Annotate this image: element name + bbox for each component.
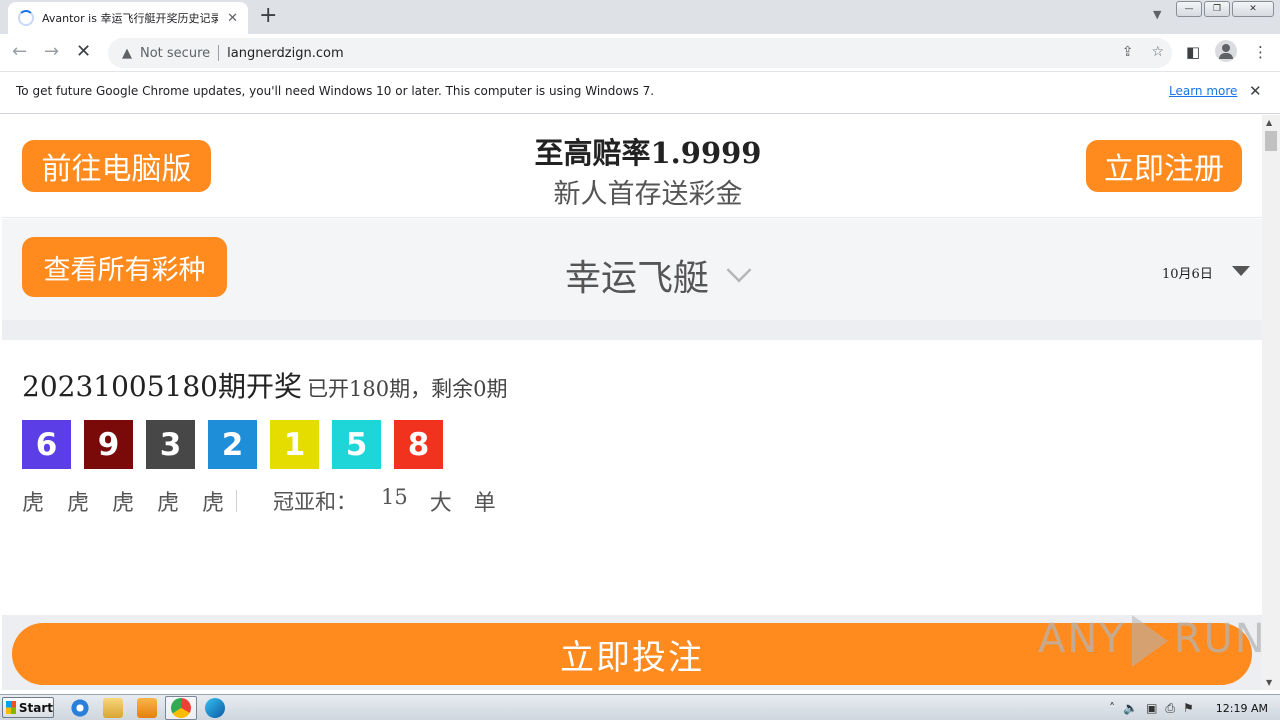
stop-loading-icon[interactable]: ✕ xyxy=(76,42,91,62)
new-tab-button[interactable]: + xyxy=(259,5,277,27)
number-ball: 3 xyxy=(146,420,195,469)
tab-strip: Avantor is 幸运飞行艇开奖历史记录 ✕ + ▼ — ❐ ✕ xyxy=(0,0,1280,34)
caret-down-icon[interactable] xyxy=(1232,266,1250,276)
watermark-right: RUN xyxy=(1173,616,1267,662)
infobar-close-icon[interactable]: ✕ xyxy=(1249,82,1262,100)
system-tray: ˄ 🔈 ▣ ⎙ ⚑ 12:19 AM xyxy=(1109,695,1280,720)
scroll-down-icon[interactable]: ▼ xyxy=(1266,678,1272,687)
dragon-tiger-result: 虎 xyxy=(67,491,90,516)
action-center-flag-icon[interactable]: ⚑ xyxy=(1183,701,1194,715)
anyrun-watermark-logo: ANY RUN xyxy=(1038,615,1267,667)
omnibox-separator xyxy=(218,45,220,61)
file-explorer-icon[interactable] xyxy=(103,698,123,718)
sum-value: 15 xyxy=(381,485,408,509)
sum-parity: 单 xyxy=(473,491,496,516)
register-button[interactable]: 立即注册 xyxy=(1086,140,1242,192)
promo-bonus: 新人首存送彩金 xyxy=(553,179,743,210)
scroll-up-icon[interactable]: ▲ xyxy=(1266,118,1272,127)
dragon-tiger-result: 虎 xyxy=(112,491,135,516)
profile-avatar-icon[interactable] xyxy=(1215,40,1237,62)
restore-button[interactable]: ❐ xyxy=(1204,1,1230,17)
tab-title: Avantor is 幸运飞行艇开奖历史记录 xyxy=(42,12,218,25)
windows-flag-icon xyxy=(6,701,16,714)
lottery-name[interactable]: 幸运飞艇 xyxy=(565,249,709,301)
page-viewport: 前往电脑版 至高赔率1.9999 新人首存送彩金 立即注册 查看所有彩种 幸运飞… xyxy=(2,115,1262,690)
issue-number: 20231005180期开奖 xyxy=(22,370,302,403)
forward-arrow-icon[interactable]: → xyxy=(44,42,59,62)
learn-more-link[interactable]: Learn more xyxy=(1169,84,1237,98)
watermark-left: ANY xyxy=(1038,616,1126,662)
start-button[interactable]: Start xyxy=(2,697,54,718)
attribute-separator xyxy=(236,490,237,512)
result-attributes: 虎 虎 虎 虎 虎 冠亚和： 15 大 单 xyxy=(22,485,518,517)
scroll-thumb[interactable] xyxy=(1265,131,1277,151)
sum-label: 冠亚和： xyxy=(273,490,357,514)
number-ball: 9 xyxy=(84,420,133,469)
window-controls: — ❐ ✕ xyxy=(1176,1,1274,17)
number-ball: 2 xyxy=(208,420,257,469)
dragon-tiger-result: 虎 xyxy=(22,491,45,516)
issue-summary: 已开180期，剩余0期 xyxy=(307,377,508,401)
printer-icon[interactable]: ⎙ xyxy=(1165,701,1175,716)
media-player-icon[interactable] xyxy=(137,698,157,718)
windows-taskbar: Start ˄ 🔈 ▣ ⎙ ⚑ 12:19 AM xyxy=(0,694,1280,720)
not-secure-label[interactable]: Not secure xyxy=(140,46,210,61)
lottery-selector-bar: 查看所有彩种 幸运飞艇 10月6日 xyxy=(2,219,1262,320)
share-icon[interactable]: ⇪ xyxy=(1122,44,1134,60)
tab-close-icon[interactable]: ✕ xyxy=(227,11,238,26)
minimize-button[interactable]: — xyxy=(1176,1,1202,17)
network-icon[interactable]: ▣ xyxy=(1146,701,1157,715)
promo-odds: 至高赔率1.9999 xyxy=(534,136,762,170)
number-ball: 8 xyxy=(394,420,443,469)
volume-icon[interactable]: 🔈 xyxy=(1123,701,1138,715)
warning-triangle-icon[interactable]: ▲ xyxy=(122,46,132,61)
menu-kebab-icon[interactable]: ⋮ xyxy=(1253,43,1268,61)
browser-tab[interactable]: Avantor is 幸运飞行艇开奖历史记录 ✕ xyxy=(8,2,248,34)
tray-expand-icon[interactable]: ˄ xyxy=(1109,701,1115,715)
chrome-icon[interactable] xyxy=(171,698,191,718)
bookmark-star-icon[interactable]: ☆ xyxy=(1151,44,1164,60)
number-ball: 6 xyxy=(22,420,71,469)
section-divider xyxy=(2,320,1262,340)
all-lotteries-button[interactable]: 查看所有彩种 xyxy=(22,237,227,297)
update-infobar: To get future Google Chrome updates, you… xyxy=(0,72,1280,114)
date-select[interactable]: 10月6日 xyxy=(1162,263,1213,282)
sum-size: 大 xyxy=(429,491,452,516)
number-ball: 5 xyxy=(332,420,381,469)
clock[interactable]: 12:19 AM xyxy=(1216,702,1268,715)
page-scrollbar[interactable]: ▲ ▼ xyxy=(1262,115,1280,690)
back-arrow-icon[interactable]: ← xyxy=(12,42,27,62)
issue-line: 20231005180期开奖 已开180期，剩余0期 xyxy=(22,365,508,405)
browser-toolbar: ← → ✕ ▲ Not secure langnerdzign.com ⇪ ☆ … xyxy=(0,34,1280,72)
address-bar[interactable]: ▲ Not secure langnerdzign.com ⇪ ☆ xyxy=(108,38,1172,68)
edge-icon[interactable] xyxy=(205,698,225,718)
side-panel-icon[interactable]: ◧ xyxy=(1186,43,1200,61)
play-triangle-icon xyxy=(1131,615,1168,667)
site-header: 前往电脑版 至高赔率1.9999 新人首存送彩金 立即注册 xyxy=(2,115,1262,218)
number-ball: 1 xyxy=(270,420,319,469)
close-window-button[interactable]: ✕ xyxy=(1232,1,1274,17)
draw-result: 20231005180期开奖 已开180期，剩余0期 6 9 3 2 1 5 8… xyxy=(2,340,1262,615)
dragon-tiger-result: 虎 xyxy=(202,491,225,516)
internet-explorer-icon[interactable] xyxy=(70,698,90,718)
tab-search-chevron-icon[interactable]: ▼ xyxy=(1153,8,1161,21)
omnibox-actions: ⇪ ☆ xyxy=(1122,44,1164,60)
result-numbers: 6 9 3 2 1 5 8 xyxy=(22,420,443,469)
chevron-down-icon[interactable] xyxy=(726,257,752,283)
start-label: Start xyxy=(18,700,53,715)
loading-spinner-icon xyxy=(18,10,34,26)
dragon-tiger-result: 虎 xyxy=(157,491,180,516)
url-text[interactable]: langnerdzign.com xyxy=(227,46,344,61)
infobar-message: To get future Google Chrome updates, you… xyxy=(16,84,655,98)
